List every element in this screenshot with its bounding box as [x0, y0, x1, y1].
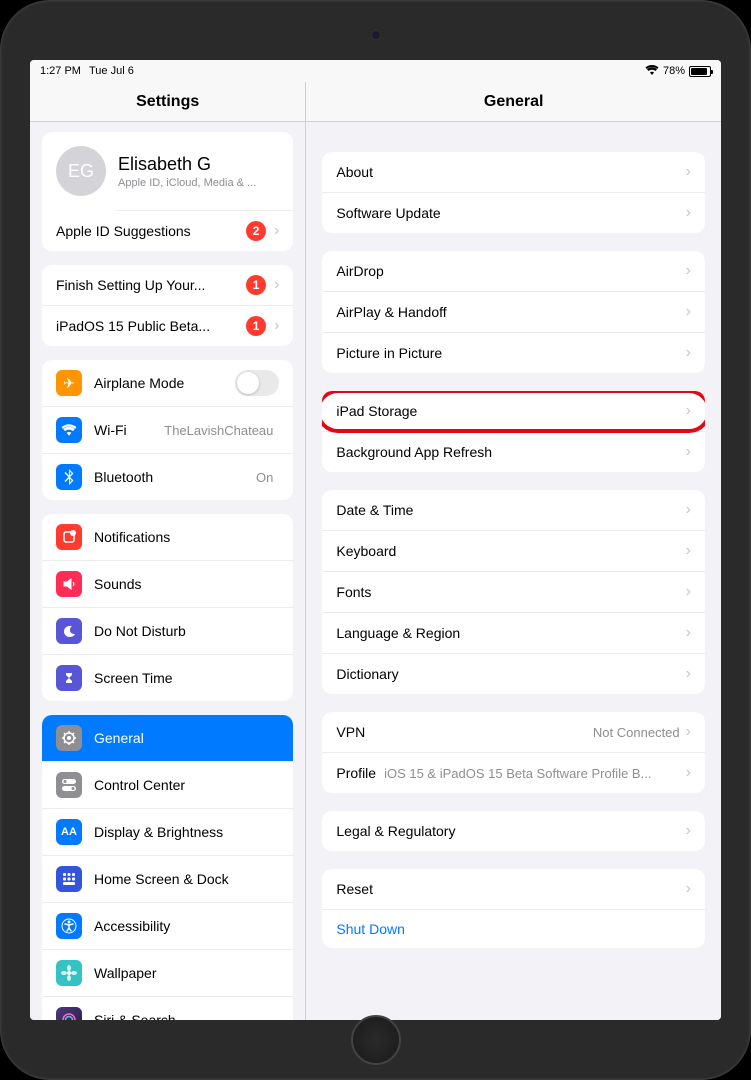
- chevron-right-icon: ›: [686, 822, 691, 840]
- accessibility-icon: [56, 913, 82, 939]
- reset-row[interactable]: Reset ›: [322, 869, 705, 909]
- front-camera: [371, 30, 381, 40]
- language-row[interactable]: Language & Region ›: [322, 612, 705, 653]
- badge: 1: [246, 316, 266, 336]
- airplane-toggle[interactable]: [235, 370, 279, 396]
- siri-icon: [56, 1007, 82, 1020]
- chevron-right-icon: ›: [686, 262, 691, 280]
- dnd-row[interactable]: Do Not Disturb: [42, 607, 293, 654]
- chevron-right-icon: ›: [686, 303, 691, 321]
- grid-icon: [56, 866, 82, 892]
- wifi-status-icon: [645, 64, 659, 78]
- finish-setup-row[interactable]: Finish Setting Up Your... 1 ›: [42, 265, 293, 305]
- hourglass-icon: [56, 665, 82, 691]
- chevron-right-icon: ›: [686, 665, 691, 683]
- airdrop-row[interactable]: AirDrop ›: [322, 251, 705, 291]
- legal-row[interactable]: Legal & Regulatory ›: [322, 811, 705, 851]
- main-panel[interactable]: About › Software Update › AirDrop › AirP…: [306, 122, 721, 1020]
- screen-time-row[interactable]: Screen Time: [42, 654, 293, 701]
- wifi-icon: [56, 417, 82, 443]
- chevron-right-icon: ›: [686, 402, 691, 420]
- chevron-right-icon: ›: [686, 344, 691, 362]
- apple-id-row[interactable]: EG Elisabeth G Apple ID, iCloud, Media &…: [42, 132, 293, 210]
- chevron-right-icon: ›: [686, 501, 691, 519]
- chevron-right-icon: ›: [686, 723, 691, 741]
- fonts-row[interactable]: Fonts ›: [322, 571, 705, 612]
- chevron-right-icon: ›: [274, 276, 279, 294]
- status-time: 1:27 PM: [40, 65, 81, 77]
- user-subtitle: Apple ID, iCloud, Media & ...: [118, 177, 279, 189]
- pip-row[interactable]: Picture in Picture ›: [322, 332, 705, 373]
- about-row[interactable]: About ›: [322, 152, 705, 192]
- chevron-right-icon: ›: [686, 624, 691, 642]
- airplane-icon: ✈: [56, 370, 82, 396]
- wifi-row[interactable]: Wi-Fi TheLavishChateau: [42, 406, 293, 453]
- badge: 2: [246, 221, 266, 241]
- screen: 1:27 PM Tue Jul 6 78% Settings General E…: [30, 60, 721, 1020]
- sounds-row[interactable]: Sounds: [42, 560, 293, 607]
- sidebar[interactable]: EG Elisabeth G Apple ID, iCloud, Media &…: [30, 122, 306, 1020]
- text-size-icon: AA: [56, 819, 82, 845]
- shutdown-row[interactable]: Shut Down: [322, 909, 705, 948]
- chevron-right-icon: ›: [274, 222, 279, 240]
- toggle-icon: [56, 772, 82, 798]
- airplane-mode-row[interactable]: ✈ Airplane Mode: [42, 360, 293, 406]
- headers: Settings General: [30, 82, 721, 122]
- date-time-row[interactable]: Date & Time ›: [322, 490, 705, 530]
- moon-icon: [56, 618, 82, 644]
- ipados-beta-row[interactable]: iPadOS 15 Public Beta... 1 ›: [42, 305, 293, 346]
- notifications-row[interactable]: Notifications: [42, 514, 293, 560]
- vpn-row[interactable]: VPN Not Connected ›: [322, 712, 705, 752]
- keyboard-row[interactable]: Keyboard ›: [322, 530, 705, 571]
- display-row[interactable]: AA Display & Brightness: [42, 808, 293, 855]
- flower-icon: [56, 960, 82, 986]
- status-date: Tue Jul 6: [89, 65, 134, 77]
- chevron-right-icon: ›: [686, 204, 691, 222]
- bluetooth-icon: [56, 464, 82, 490]
- chevron-right-icon: ›: [686, 583, 691, 601]
- gear-icon: [56, 725, 82, 751]
- general-row[interactable]: General: [42, 715, 293, 761]
- bluetooth-row[interactable]: Bluetooth On: [42, 453, 293, 500]
- ipad-storage-row[interactable]: iPad Storage ›: [322, 391, 705, 431]
- accessibility-row[interactable]: Accessibility: [42, 902, 293, 949]
- chevron-right-icon: ›: [686, 443, 691, 461]
- notifications-icon: [56, 524, 82, 550]
- general-title: General: [306, 82, 721, 121]
- battery-icon: [689, 66, 711, 77]
- apple-id-suggestions-row[interactable]: Apple ID Suggestions 2 ›: [42, 211, 293, 251]
- profile-row[interactable]: Profile iOS 15 & iPadOS 15 Beta Software…: [322, 752, 705, 793]
- chevron-right-icon: ›: [686, 764, 691, 782]
- chevron-right-icon: ›: [686, 880, 691, 898]
- control-center-row[interactable]: Control Center: [42, 761, 293, 808]
- status-bar: 1:27 PM Tue Jul 6 78%: [30, 60, 721, 82]
- home-button[interactable]: [351, 1015, 401, 1065]
- badge: 1: [246, 275, 266, 295]
- chevron-right-icon: ›: [686, 542, 691, 560]
- chevron-right-icon: ›: [686, 163, 691, 181]
- battery-percent: 78%: [663, 65, 685, 77]
- software-update-row[interactable]: Software Update ›: [322, 192, 705, 233]
- ipad-device-frame: 1:27 PM Tue Jul 6 78% Settings General E…: [0, 0, 751, 1080]
- avatar: EG: [56, 146, 106, 196]
- chevron-right-icon: ›: [274, 317, 279, 335]
- dictionary-row[interactable]: Dictionary ›: [322, 653, 705, 694]
- user-name: Elisabeth G: [118, 154, 279, 175]
- wallpaper-row[interactable]: Wallpaper: [42, 949, 293, 996]
- home-screen-row[interactable]: Home Screen & Dock: [42, 855, 293, 902]
- siri-row[interactable]: Siri & Search: [42, 996, 293, 1020]
- settings-title: Settings: [30, 82, 306, 121]
- bg-refresh-row[interactable]: Background App Refresh ›: [322, 431, 705, 472]
- sounds-icon: [56, 571, 82, 597]
- airplay-row[interactable]: AirPlay & Handoff ›: [322, 291, 705, 332]
